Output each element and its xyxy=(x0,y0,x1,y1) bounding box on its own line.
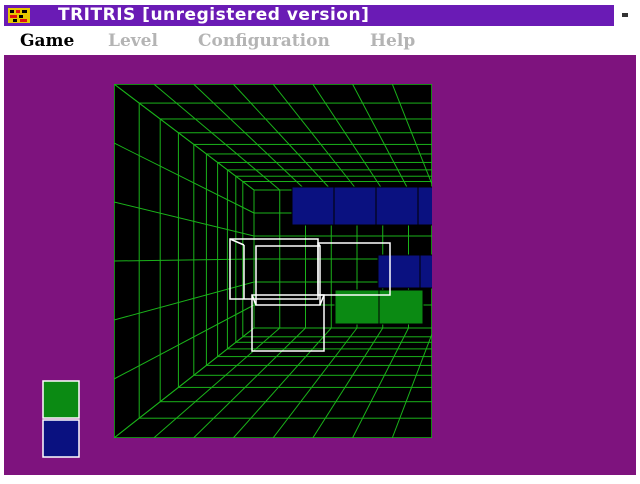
title-bar: TRITRIS [unregistered version] xyxy=(4,5,614,26)
next-piece-preview xyxy=(42,380,80,458)
game-area xyxy=(4,55,636,475)
placed-block xyxy=(417,186,432,226)
placed-block xyxy=(291,186,335,226)
placed-block xyxy=(333,186,377,226)
menu-level[interactable]: Level xyxy=(108,31,158,51)
menu-help[interactable]: Help xyxy=(370,31,415,51)
window-title: TRITRIS [unregistered version] xyxy=(58,5,370,25)
placed-block-group-top xyxy=(291,186,432,226)
next-piece-cell xyxy=(42,419,80,458)
menu-game[interactable]: Game xyxy=(20,31,74,51)
menu-bar: Game Level Configuration Help xyxy=(4,27,636,55)
menu-configuration[interactable]: Configuration xyxy=(198,31,330,51)
next-piece-cell xyxy=(42,380,80,419)
placed-block xyxy=(377,254,421,289)
game-pit xyxy=(114,84,432,438)
window-control-icon xyxy=(622,13,628,17)
window-control-button[interactable] xyxy=(616,5,636,26)
placed-block xyxy=(419,254,432,289)
tritris-app-icon[interactable] xyxy=(8,8,30,23)
placed-block xyxy=(375,186,419,226)
placed-block-group-middle xyxy=(377,254,432,289)
